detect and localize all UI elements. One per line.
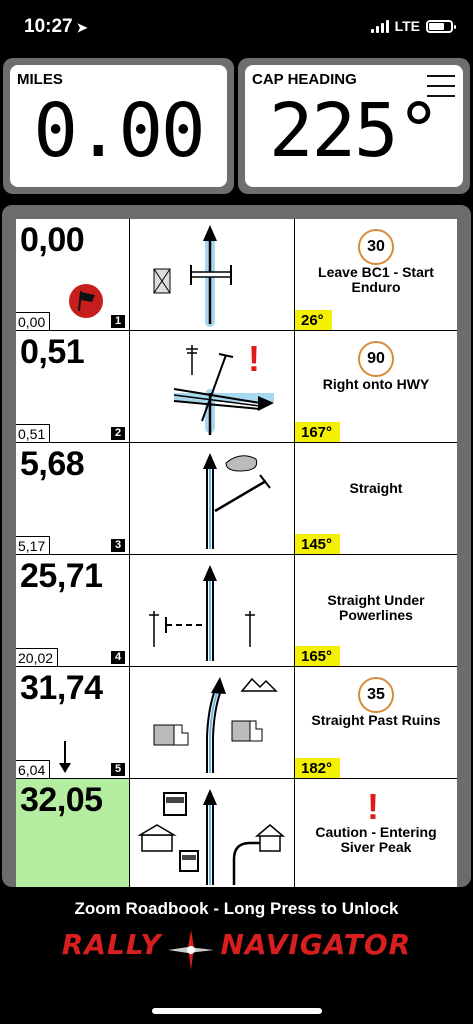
waypoint-number: 2 [111,427,125,440]
total-distance: 32,05 [20,781,103,819]
total-distance: 0,51 [20,333,85,371]
speed-limit-sign: 35 [358,677,394,713]
brand-left: RALLY [61,928,162,961]
instruction-text: Straight Past Ruins [311,712,441,728]
roadbook-row[interactable]: 25,71 20,02 4 Straight Under Powerlines … [16,555,457,667]
cap-heading-value: 225° [268,88,441,174]
roadbook-row[interactable]: 0,51 0,51 2 ! 90 Right onto HWY 167° [16,331,457,443]
instruction-text: Leave BC1 - Start Enduro [318,264,434,295]
clock: 10:27 [24,16,73,37]
tulip-diagram [153,677,278,773]
total-distance: 31,74 [20,669,103,707]
status-bar: 10:27 ➤ LTE [0,0,473,56]
carrier-label: LTE [394,18,420,34]
zoom-hint: Zoom Roadbook - Long Press to Unlock [74,899,399,918]
tulip-diagram [149,565,255,661]
miles-value: 0.00 [33,88,205,174]
flag-icon [69,284,103,318]
brand-right: NAVIGATOR [220,928,412,961]
cap-heading-gauge[interactable]: CAP HEADING 225° [238,58,470,194]
roadbook-grid[interactable]: 0,00 0,00 1 30 Leave BC1 - Start Enduro … [16,219,457,887]
total-distance: 0,00 [20,221,85,259]
heading-badge: 182° [295,758,341,778]
waypoint-number: 1 [111,315,125,328]
partial-distance: 5,17 [16,536,51,554]
heading-badge: 165° [295,646,341,666]
total-distance: 5,68 [20,445,85,483]
waypoint-number: 4 [111,651,125,664]
danger-icon: ! [367,786,379,827]
roadbook-row[interactable]: 5,68 5,17 3 Straight 145° [16,443,457,555]
partial-distance: 6,04 [16,760,51,778]
battery-icon [426,19,456,33]
heading-badge: 167° [295,422,341,442]
home-indicator[interactable] [152,1008,322,1014]
tulip-diagram [153,225,232,327]
instruction-text: Caution - Entering Siver Peak [315,824,437,855]
total-distance: 25,71 [20,557,103,595]
heading-badge: 145° [295,534,341,554]
arrow-down-icon [59,741,71,773]
compass-icon [168,929,215,970]
signal-icon [370,19,389,33]
instruction-text: Straight Under Powerlines [327,592,425,623]
partial-distance: 0,00 [16,312,51,330]
waypoint-number: 5 [111,763,125,776]
location-arrow-icon: ➤ [76,20,88,35]
speed-limit-sign: 30 [358,229,394,265]
roadbook-row[interactable]: 0,00 0,00 1 30 Leave BC1 - Start Enduro … [16,219,457,331]
roadbook[interactable]: 0,00 0,00 1 30 Leave BC1 - Start Enduro … [2,205,471,887]
partial-distance: 0,51 [16,424,51,442]
status-time: 10:27 ➤ [24,16,88,38]
miles-gauge[interactable]: MILES 0.00 [3,58,234,194]
instruction-text: Straight [349,480,403,496]
instruction-text: Right onto HWY [322,376,430,392]
heading-badge: 26° [295,310,332,330]
roadbook-row[interactable]: 31,74 6,04 5 35 Straight Past Ruins 182° [16,667,457,779]
miles-label: MILES [17,71,63,88]
partial-distance: 20,02 [16,648,59,666]
waypoint-number: 3 [111,539,125,552]
rally-navigator-logo: RALLY NAVIGATOR [0,928,473,970]
cap-heading-label: CAP HEADING [252,71,357,88]
tulip-diagram [173,345,274,435]
speed-limit-sign: 90 [358,341,394,377]
danger-icon: ! [248,338,260,379]
roadbook-row-current[interactable]: 32,05 ! Caution - Entering Siver Peak [16,779,457,887]
tulip-diagram [137,789,286,885]
tulip-diagram [203,453,271,549]
